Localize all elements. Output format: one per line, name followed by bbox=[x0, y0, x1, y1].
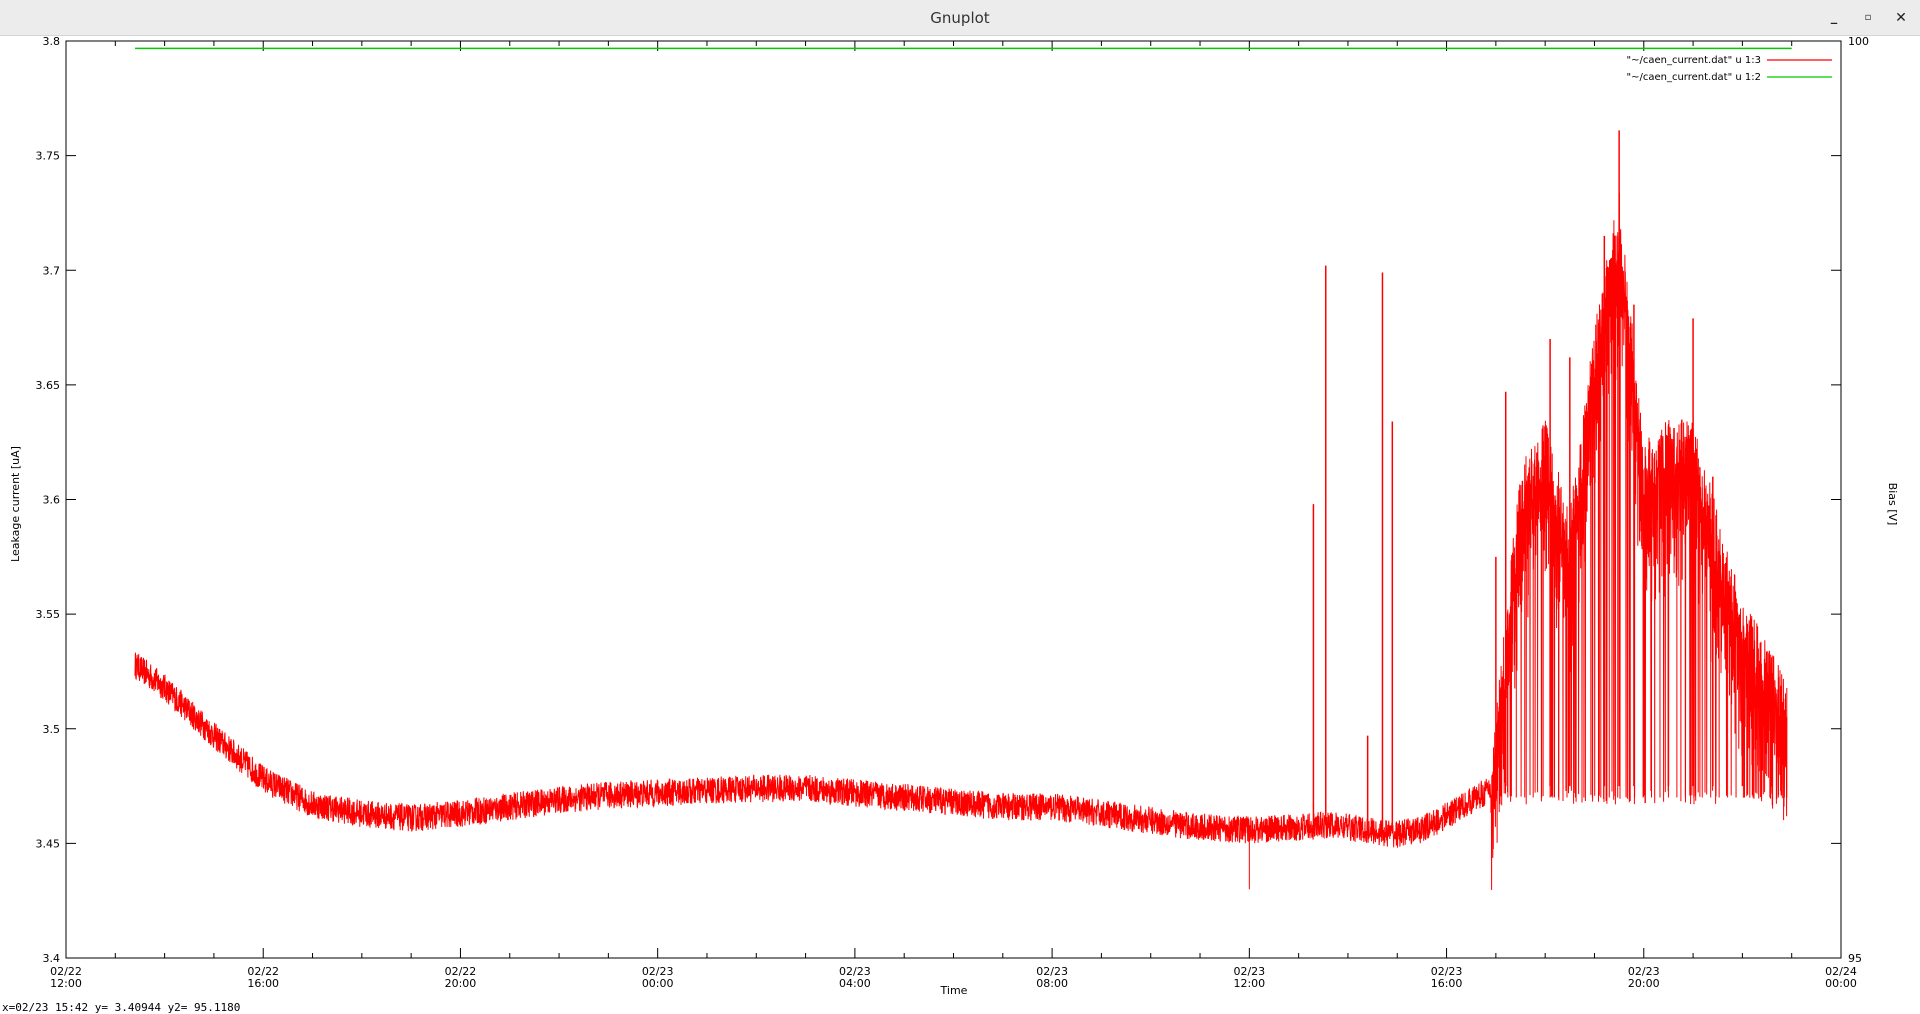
y-tick-label: 3.65 bbox=[36, 379, 61, 392]
y-tick-label: 3.7 bbox=[43, 264, 61, 277]
y-tick-label: 3.6 bbox=[43, 494, 61, 507]
y-tick-label: 3.4 bbox=[43, 952, 61, 965]
y-tick-label: 3.75 bbox=[36, 150, 61, 163]
x-tick-label-time: 00:00 bbox=[642, 977, 674, 990]
legend-label-bias: "~/caen_current.dat" u 1:2 bbox=[1626, 72, 1761, 83]
minimize-button[interactable]: _ bbox=[1824, 8, 1844, 28]
window-title: Gnuplot bbox=[930, 9, 990, 27]
x-tick-label-time: 16:00 bbox=[247, 977, 279, 990]
x-tick-label-time: 20:00 bbox=[1628, 977, 1660, 990]
y-tick-label: 3.8 bbox=[43, 36, 61, 48]
y-tick-label: 3.55 bbox=[36, 608, 61, 621]
y-tick-label: 3.45 bbox=[36, 837, 61, 850]
y-tick-label: 3.5 bbox=[43, 723, 61, 736]
plot-canvas[interactable]: 3.43.453.53.553.63.653.73.753.89510002/2… bbox=[0, 36, 1920, 1014]
x-tick-label-time: 12:00 bbox=[1233, 977, 1265, 990]
maximize-button[interactable]: ▫ bbox=[1858, 8, 1878, 28]
x-axis-label: Time bbox=[940, 984, 968, 997]
close-button[interactable]: ✕ bbox=[1891, 8, 1911, 28]
x-tick-label-time: 16:00 bbox=[1431, 977, 1463, 990]
x-tick-label-time: 08:00 bbox=[1036, 977, 1068, 990]
title-bar[interactable]: Gnuplot _ ▫ ✕ bbox=[0, 0, 1920, 36]
series-layer bbox=[134, 47, 1792, 891]
current-series-line bbox=[134, 193, 1788, 891]
ticks-layer: 3.43.453.53.553.63.653.73.753.89510002/2… bbox=[36, 36, 1870, 990]
x-tick-label-time: 00:00 bbox=[1825, 977, 1857, 990]
legend: "~/caen_current.dat" u 1:3 "~/caen_curre… bbox=[1626, 55, 1832, 83]
y2-tick-label: 95 bbox=[1848, 952, 1862, 965]
legend-label-current: "~/caen_current.dat" u 1:3 bbox=[1626, 55, 1761, 66]
x-tick-label-time: 20:00 bbox=[445, 977, 477, 990]
y-axis-label: Leakage current [uA] bbox=[9, 446, 22, 562]
cursor-readout: x=02/23 15:42 y= 3.40944 y2= 95.1180 bbox=[2, 1001, 241, 1014]
plot-area[interactable]: 3.4 3.45 3.5 3.55 3.6 3.65 3.7 3.75 3.8 95 100 02/2… bbox=[0, 36, 1920, 1014]
y2-tick-label: 100 bbox=[1848, 36, 1869, 48]
gnuplot-window: Gnuplot _ ▫ ✕ 3.4 3.45 3.5 3.55 3.6 3.65 3.7 3.… bbox=[0, 0, 1920, 1014]
x-tick-label-time: 04:00 bbox=[839, 977, 871, 990]
x-tick-label-time: 12:00 bbox=[50, 977, 82, 990]
y2-axis-label: Bias [V] bbox=[1886, 483, 1899, 526]
